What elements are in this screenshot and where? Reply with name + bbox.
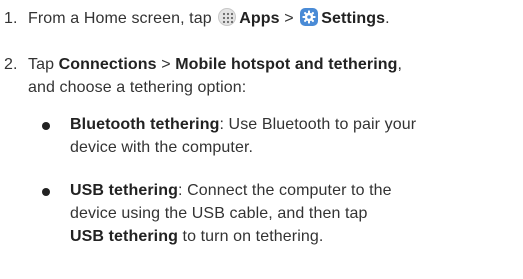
step-2-line-2: and choose a tethering option: <box>28 79 247 96</box>
option-line-3: USB tethering to turn on tethering. <box>70 228 324 245</box>
apps-grid-icon <box>218 8 237 26</box>
option-line-2: device using the USB cable, and then tap <box>70 205 368 222</box>
bullet-icon <box>42 122 50 130</box>
instructions-document: 1. From a Home screen, tap Apps > Settin… <box>0 0 523 279</box>
hotspot-label: Mobile hotspot and tethering <box>175 56 398 73</box>
usb-tethering-label: USB tethering <box>70 228 178 245</box>
option-title: USB tethering <box>70 182 178 199</box>
connections-label: Connections <box>58 56 157 73</box>
option-line-1: Bluetooth tethering: Use Bluetooth to pa… <box>70 116 417 133</box>
step-number: 2. <box>4 56 18 73</box>
step-number: 1. <box>4 10 18 27</box>
option-title: Bluetooth tethering <box>70 116 220 133</box>
option-line-2: device with the computer. <box>70 139 254 156</box>
step-1-text: From a Home screen, tap Apps > Settings. <box>28 8 390 27</box>
bullet-icon <box>42 188 50 196</box>
settings-label: Settings <box>321 10 386 27</box>
option-line-1: USB tethering: Connect the computer to t… <box>70 182 392 199</box>
settings-gear-icon <box>300 8 319 26</box>
step-2-line-1: Tap Connections > Mobile hotspot and tet… <box>28 56 403 73</box>
apps-label: Apps <box>239 10 280 27</box>
